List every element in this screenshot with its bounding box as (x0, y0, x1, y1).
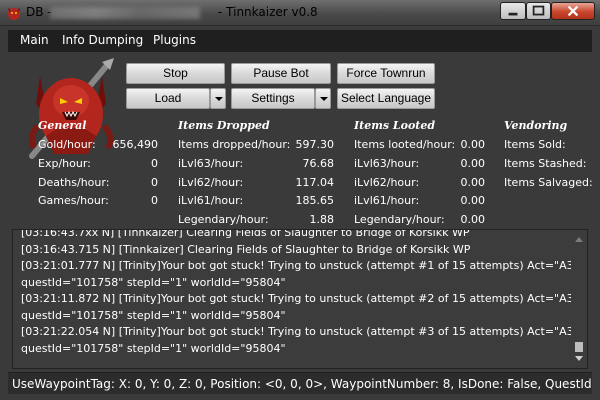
menu-info-dumping[interactable]: Info Dumping (62, 33, 143, 47)
items-looted-header: Items Looted (354, 119, 436, 132)
demon-app-icon (8, 7, 20, 20)
main-window: DB - - Tinnkaizer v0.8 Main Info Dumping… (0, 0, 600, 400)
stat-value: 76.68 (302, 157, 335, 170)
redacted-title-segment (50, 7, 200, 19)
stat-value: 0 (151, 157, 158, 170)
stat-value: 117.04 (295, 176, 335, 189)
stat-value: 656,490 (112, 138, 159, 151)
close-icon (567, 5, 579, 17)
load-button[interactable]: Load (126, 88, 210, 109)
stat-value: 0.00 (460, 213, 486, 226)
status-text: UseWaypointTag: X: 0, Y: 0, Z: 0, Positi… (12, 377, 592, 391)
stat-label: iLvl63/hour: (354, 157, 420, 170)
load-dropdown-button[interactable] (210, 88, 226, 109)
stat-value: 0 (151, 176, 158, 189)
menu-plugins[interactable]: Plugins (153, 33, 196, 47)
stat-value: 185.65 (295, 194, 335, 207)
stat-label: Deaths/hour: (38, 176, 110, 189)
window-title-prefix: DB - (26, 5, 52, 19)
stat-label: Items Stashed: (504, 157, 587, 170)
log-output[interactable]: [03:16:43.7xx N] [Tinnkaizer] Clearing F… (12, 229, 588, 369)
vendoring-header: Vendoring (504, 119, 568, 132)
stat-label: Items Sold: (504, 138, 566, 151)
settings-dropdown-button[interactable] (315, 88, 331, 109)
stat-value: 0 (151, 194, 158, 207)
stat-value: 597.30 (295, 138, 335, 151)
stat-label: Items looted/hour: (354, 138, 456, 151)
log-line: questId="101758" stepId="1" worldId="958… (21, 275, 286, 289)
stat-label: iLvl63/hour: (178, 157, 244, 170)
stat-value: 0.00 (460, 194, 486, 207)
status-bar: UseWaypointTag: X: 0, Y: 0, Z: 0, Positi… (8, 372, 592, 394)
stat-label: Legendary/hour: (354, 213, 445, 226)
close-button[interactable] (551, 2, 595, 20)
chevron-down-icon (215, 97, 223, 101)
maximize-icon (532, 5, 545, 16)
menu-main[interactable]: Main (20, 33, 49, 47)
scrollbar-thumb[interactable] (575, 342, 583, 352)
scroll-up-icon[interactable] (575, 237, 583, 242)
stat-label: iLvl61/hour: (178, 194, 244, 207)
log-line: [03:21:22.054 N] [Trinity]Your bot got s… (21, 325, 579, 338)
scroll-down-icon[interactable] (575, 356, 583, 361)
stat-label: Games/hour: (38, 194, 109, 207)
log-line: [03:21:11.872 N] [Trinity]Your bot got s… (21, 292, 579, 305)
log-line: [03:16:43.7xx N] [Tinnkaizer] Clearing F… (21, 229, 470, 239)
stat-label: Gold/hour: (38, 138, 96, 151)
log-line: questId="101758" stepId="1" worldId="958… (21, 308, 286, 322)
pause-bot-button[interactable]: Pause Bot (231, 63, 331, 84)
force-townrun-button[interactable]: Force Townrun (337, 63, 435, 84)
menu-bar: Main Info Dumping Plugins (8, 30, 592, 52)
window-title: - Tinnkaizer v0.8 (218, 5, 318, 19)
items-dropped-header: Items Dropped (178, 119, 270, 132)
minimize-button[interactable] (500, 2, 526, 20)
stop-button[interactable]: Stop (126, 63, 225, 84)
log-line: [03:16:43.715 N] [Tinnkaizer] Clearing F… (21, 242, 471, 256)
select-language-button[interactable]: Select Language (337, 88, 435, 109)
log-lines: [03:16:43.7xx N] [Tinnkaizer] Clearing F… (21, 229, 579, 357)
stat-label: Legendary/hour: (178, 213, 269, 226)
stat-label: iLvl62/hour: (354, 176, 420, 189)
stat-value: 0.00 (460, 157, 486, 170)
stat-value: 0.00 (460, 138, 486, 151)
stat-label: iLvl62/hour: (178, 176, 244, 189)
stat-value: 0.00 (460, 176, 486, 189)
stat-value: 1.88 (309, 213, 335, 226)
stat-label: Items Salvaged: (504, 176, 593, 189)
log-line: [03:21:01.777 N] [Trinity]Your bot got s… (21, 259, 579, 272)
stat-label: iLvl61/hour: (354, 194, 420, 207)
title-bar[interactable]: DB - - Tinnkaizer v0.8 (0, 0, 600, 26)
settings-button[interactable]: Settings (231, 88, 315, 109)
chevron-down-icon (320, 97, 328, 101)
log-line: questId="101758" stepId="1" worldId="958… (21, 341, 286, 355)
log-scrollbar[interactable] (571, 230, 587, 368)
stat-label: Items dropped/hour: (178, 138, 291, 151)
maximize-button[interactable] (526, 2, 551, 20)
minimize-icon (508, 12, 518, 16)
stat-label: Exp/hour: (38, 157, 91, 170)
general-header: General (38, 119, 87, 132)
